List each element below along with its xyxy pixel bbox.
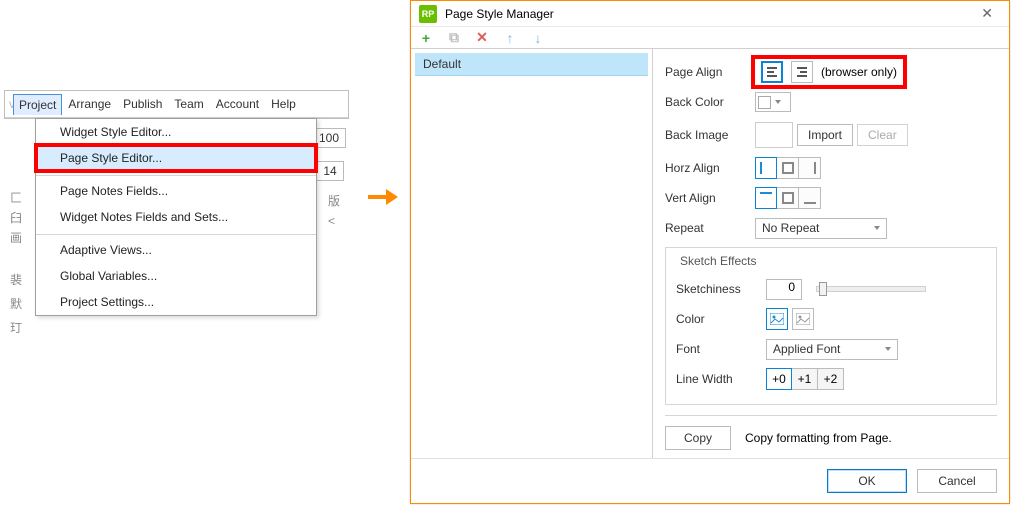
clear-button[interactable]: Clear [857,124,908,146]
vert-align-middle[interactable] [777,187,799,209]
page-style-manager-dialog: RP Page Style Manager ✕ + ⧉ ✕ ↑ ↓ Defaul… [410,0,1010,504]
dialog-title: Page Style Manager [445,7,554,21]
image-icon [796,313,810,325]
menu-account[interactable]: Account [210,93,265,115]
left-gutter-chars-b: 裴 默 玎 [10,268,24,340]
label-font: Font [676,342,766,356]
menubar: v Project Arrange Publish Team Account H… [5,91,348,118]
page-align-center[interactable] [791,61,813,83]
sketch-color-picker[interactable] [766,308,788,330]
workarea: Default Page Align (browser only) Back C… [411,48,1009,458]
zoom-input[interactable]: 100 [312,128,346,148]
lw-0[interactable]: +0 [766,368,792,390]
move-up-icon[interactable]: ↑ [503,31,517,45]
horz-align-right[interactable] [799,157,821,179]
label-back-color: Back Color [665,95,755,109]
page-align-left[interactable] [761,61,783,83]
repeat-value: No Repeat [762,221,819,235]
dialog-toolbar: + ⧉ ✕ ↑ ↓ [411,27,1009,48]
app-menubar-fragment: v Project Arrange Publish Team Account H… [4,90,349,119]
vert-align-group [755,187,821,209]
image-icon [770,313,784,325]
label-color: Color [676,312,766,326]
duplicate-icon[interactable]: ⧉ [447,31,461,45]
right-gutter-chars: 版 < [328,191,342,231]
menu-widget-notes-fields[interactable]: Widget Notes Fields and Sets... [36,204,316,230]
menu-widget-style-editor[interactable]: Widget Style Editor... [36,119,316,145]
font-value: Applied Font [773,342,840,356]
sketchiness-slider[interactable] [816,286,926,292]
label-sketch-effects: Sketch Effects [676,254,760,268]
lw-2[interactable]: +2 [818,368,844,390]
repeat-select[interactable]: No Repeat [755,218,887,239]
horz-align-center[interactable] [777,157,799,179]
delete-icon[interactable]: ✕ [475,31,489,45]
back-image-preview [755,122,793,148]
move-down-icon[interactable]: ↓ [531,31,545,45]
menu-arrange[interactable]: Arrange [62,93,117,115]
menu-page-style-editor[interactable]: Page Style Editor... [36,145,316,171]
project-menu-dropdown: Widget Style Editor... Page Style Editor… [35,118,317,316]
label-vert-align: Vert Align [665,191,755,205]
label-repeat: Repeat [665,221,755,235]
dialog-button-row: OK Cancel [411,458,1009,503]
left-gutter-chars-a: 匚 臼 画 [10,188,24,248]
menu-global-variables[interactable]: Global Variables... [36,263,316,289]
styles-list: Default [411,49,653,458]
font-size-input[interactable]: 14 [316,161,344,181]
copy-caption: Copy formatting from Page. [745,431,892,445]
import-button[interactable]: Import [797,124,853,146]
menu-publish[interactable]: Publish [117,93,168,115]
vert-align-bottom[interactable] [799,187,821,209]
chevron-down-icon [874,226,880,230]
label-line-width: Line Width [676,372,766,386]
sketch-color-picker-alt[interactable] [792,308,814,330]
menu-help[interactable]: Help [265,93,302,115]
properties-panel: Page Align (browser only) Back Color Bac… [653,49,1009,458]
horz-align-group [755,157,821,179]
line-width-group: +0 +1 +2 [766,368,844,390]
font-select[interactable]: Applied Font [766,339,898,360]
copy-button[interactable]: Copy [665,426,731,450]
ok-button[interactable]: OK [827,469,907,493]
horz-align-left[interactable] [755,157,777,179]
sketch-effects-group: Sketch Effects Sketchiness 0 Color [665,247,997,405]
menu-adaptive-views[interactable]: Adaptive Views... [36,234,316,263]
label-horz-align: Horz Align [665,161,755,175]
arrow-icon [368,185,398,209]
app-icon: RP [419,5,437,23]
chevron-down-icon [885,347,891,351]
label-sketchiness: Sketchiness [676,282,766,296]
label-browser-only: (browser only) [821,65,897,79]
label-back-image: Back Image [665,128,755,142]
close-icon[interactable]: ✕ [973,1,1001,26]
titlebar: RP Page Style Manager ✕ [411,1,1009,27]
style-default[interactable]: Default [415,53,648,76]
menu-page-notes-fields[interactable]: Page Notes Fields... [36,175,316,204]
menu-project-settings[interactable]: Project Settings... [36,289,316,315]
back-color-picker[interactable] [755,92,791,112]
page-align-group: (browser only) [755,59,903,85]
vert-align-top[interactable] [755,187,777,209]
menu-project[interactable]: Project [13,94,62,115]
add-icon[interactable]: + [419,31,433,45]
label-page-align: Page Align [665,65,755,79]
cancel-button[interactable]: Cancel [917,469,997,493]
menu-team[interactable]: Team [168,93,209,115]
lw-1[interactable]: +1 [792,368,818,390]
sketchiness-input[interactable]: 0 [766,279,802,300]
